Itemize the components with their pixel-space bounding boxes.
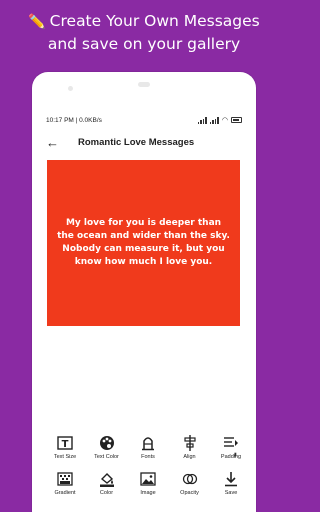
message-text: My love for you is deeper than the ocean… <box>57 218 230 267</box>
wifi-icon: ◠ <box>221 117 228 124</box>
promo-line-2: and save on your gallery <box>47 35 241 53</box>
text-size-icon: T <box>56 434 74 452</box>
color-fill-icon <box>98 470 116 488</box>
image-icon <box>139 470 157 488</box>
padding-button[interactable]: Padding <box>214 434 248 460</box>
page-title: Romantic Love Messages <box>78 136 195 148</box>
text-size-button[interactable]: T Text Size <box>48 434 82 460</box>
more-indicator[interactable]: ▮ <box>234 452 237 458</box>
fonts-button[interactable]: Fonts <box>131 434 165 460</box>
text-color-button[interactable]: Text Color <box>90 434 124 460</box>
opacity-icon <box>181 470 199 488</box>
signal-icon <box>197 116 207 124</box>
signal-icon-2 <box>209 116 219 124</box>
svg-text:T: T <box>62 439 69 450</box>
save-icon <box>222 470 240 488</box>
message-card[interactable]: My love for you is deeper than the ocean… <box>47 160 240 326</box>
align-button[interactable]: Align <box>173 434 207 460</box>
save-button[interactable]: Save <box>214 470 248 496</box>
fonts-icon <box>139 434 157 452</box>
color-button[interactable]: Color <box>90 470 124 496</box>
promo-header: ✏️ Create Your Own Messages and save on y… <box>0 10 288 55</box>
opacity-button[interactable]: Opacity <box>173 470 207 496</box>
back-arrow-icon[interactable]: ← <box>46 135 70 150</box>
camera-dot <box>68 86 73 91</box>
gradient-icon <box>56 470 74 488</box>
pencil-icon: ✏️ <box>28 14 46 30</box>
padding-icon <box>222 434 240 452</box>
app-bar: ← Romantic Love Messages <box>46 128 242 156</box>
align-icon <box>181 434 199 452</box>
speaker-notch <box>138 82 150 87</box>
image-button[interactable]: Image <box>131 470 165 496</box>
promo-line-1: ✏️ Create Your Own Messages <box>28 12 260 30</box>
palette-icon <box>98 434 116 452</box>
status-time: 10:17 PM | 0.0KB/s <box>46 116 102 124</box>
toolbar-row-2: Gradient Color Image Opacity Save <box>48 470 248 496</box>
gradient-button[interactable]: Gradient <box>48 470 82 496</box>
status-bar: 10:17 PM | 0.0KB/s ◠ <box>46 114 242 126</box>
battery-icon <box>231 117 242 123</box>
toolbar-row-1: T Text Size Text Color Fonts Align Paddi… <box>48 434 248 460</box>
status-icons: ◠ <box>197 116 242 124</box>
